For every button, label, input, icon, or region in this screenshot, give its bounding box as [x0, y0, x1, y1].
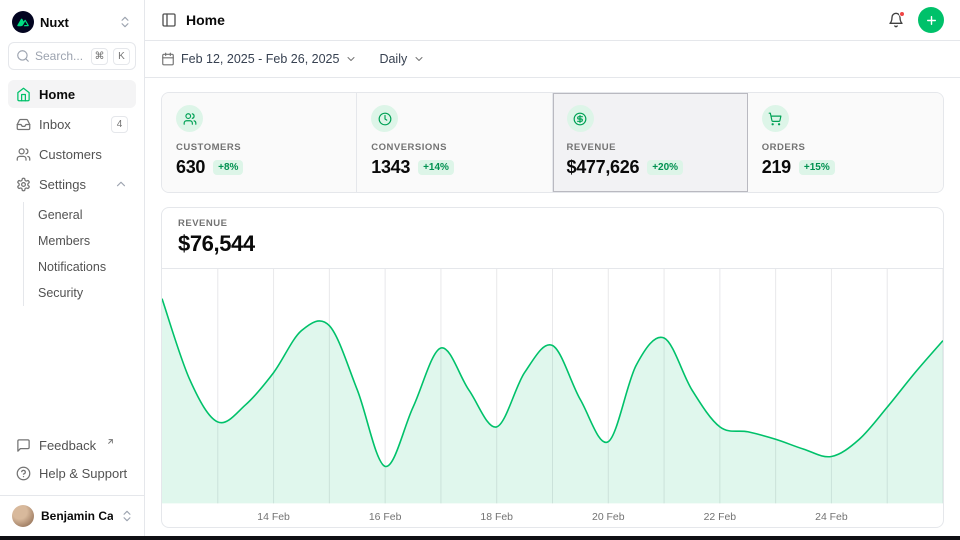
calendar-icon [161, 52, 175, 66]
sub-item-label: Security [38, 286, 83, 300]
sub-item-label: Notifications [38, 260, 106, 274]
header-actions [888, 7, 944, 33]
stat-label: ORDERS [762, 142, 929, 153]
main-panel: Home Feb 12, 2025 - Feb 26, 2025 Daily [145, 0, 960, 540]
sidebar-item-notifications[interactable]: Notifications [30, 254, 136, 280]
chevron-down-icon [413, 53, 425, 65]
sidebar-item-inbox[interactable]: Inbox 4 [8, 110, 136, 138]
settings-submenu: General Members Notifications Security [23, 202, 136, 306]
sidebar-spacer [8, 308, 136, 431]
notifications-button[interactable] [888, 12, 904, 28]
chevron-up-icon [114, 177, 128, 191]
filters-toolbar: Feb 12, 2025 - Feb 26, 2025 Daily [145, 41, 960, 78]
stat-delta-badge: +14% [418, 160, 454, 175]
app-root: Nuxt Search... ⌘ K Home Inbox 4 Customer… [0, 0, 960, 540]
home-icon [16, 87, 31, 102]
sidebar-item-label: Help & Support [39, 466, 127, 481]
window-bottom-edge [0, 536, 960, 540]
plus-icon [925, 14, 938, 27]
stat-value: 1343 [371, 157, 410, 178]
granularity-select[interactable]: Daily [379, 52, 425, 66]
svg-text:22 Feb: 22 Feb [704, 512, 737, 523]
sidebar-item-help-support[interactable]: Help & Support [8, 459, 136, 487]
stat-label: CUSTOMERS [176, 142, 342, 153]
sidebar-item-general[interactable]: General [30, 202, 136, 228]
revenue-chart-area: 14 Feb 16 Feb 18 Feb 20 Feb 22 Feb 24 Feb [162, 269, 943, 527]
granularity-label: Daily [379, 52, 407, 66]
sidebar-item-home[interactable]: Home [8, 80, 136, 108]
svg-text:18 Feb: 18 Feb [480, 512, 513, 523]
kbd-k: K [113, 48, 130, 65]
notification-dot [899, 11, 905, 17]
date-range-picker[interactable]: Feb 12, 2025 - Feb 26, 2025 [161, 52, 357, 66]
revenue-chart-header: REVENUE $76,544 [162, 208, 943, 269]
stat-value: 630 [176, 157, 205, 178]
stat-value: $477,626 [567, 157, 640, 178]
users-icon [176, 105, 203, 132]
sidebar-toggle-icon[interactable] [161, 12, 177, 28]
page-title: Home [186, 12, 225, 28]
help-circle-icon [16, 466, 31, 481]
chart-metric-value: $76,544 [178, 231, 927, 257]
inbox-icon [16, 117, 31, 132]
user-menu[interactable]: Benjamin Canac [0, 495, 144, 532]
sidebar-item-label: Settings [39, 177, 86, 192]
sidebar-nav: Home Inbox 4 Customers Settings General … [8, 80, 136, 308]
revenue-chart-card: REVENUE $76,544 14 Feb 16 Feb 18 Feb 20 Feb… [161, 207, 944, 528]
chevron-down-icon [345, 53, 357, 65]
revenue-chart-svg: 14 Feb 16 Feb 18 Feb 20 Feb 22 Feb 24 Feb [162, 269, 943, 527]
sidebar-item-label: Feedback [39, 438, 96, 453]
cart-icon [762, 105, 789, 132]
sidebar-item-label: Customers [39, 147, 102, 162]
stat-card-revenue[interactable]: REVENUE $477,626 +20% [553, 93, 748, 192]
stats-grid: CUSTOMERS 630 +8% CONVERSIONS 1343 +14% [161, 92, 944, 193]
stat-delta-badge: +8% [213, 160, 243, 175]
search-placeholder: Search... [35, 49, 86, 63]
stat-label: CONVERSIONS [371, 142, 537, 153]
svg-text:20 Feb: 20 Feb [592, 512, 625, 523]
message-icon [16, 438, 31, 453]
avatar [12, 505, 34, 527]
nuxt-logo-icon [12, 11, 34, 33]
user-name: Benjamin Canac [41, 509, 113, 523]
svg-text:16 Feb: 16 Feb [369, 512, 402, 523]
search-input[interactable]: Search... ⌘ K [8, 42, 136, 70]
stat-card-customers[interactable]: CUSTOMERS 630 +8% [162, 93, 357, 192]
clock-icon [371, 105, 398, 132]
sidebar-item-customers[interactable]: Customers [8, 140, 136, 168]
sub-item-label: Members [38, 234, 90, 248]
stat-delta-badge: +15% [799, 160, 835, 175]
svg-text:14 Feb: 14 Feb [257, 512, 290, 523]
add-button[interactable] [918, 7, 944, 33]
sidebar-item-security[interactable]: Security [30, 280, 136, 306]
workspace-name: Nuxt [40, 15, 112, 30]
chevron-up-down-icon [118, 15, 132, 29]
stat-label: REVENUE [567, 142, 733, 153]
inbox-count-badge: 4 [111, 116, 128, 133]
svg-text:24 Feb: 24 Feb [815, 512, 848, 523]
sidebar-item-members[interactable]: Members [30, 228, 136, 254]
stat-delta-badge: +20% [647, 160, 683, 175]
sidebar-item-feedback[interactable]: Feedback [8, 431, 136, 459]
gear-icon [16, 177, 31, 192]
workspace-switcher[interactable]: Nuxt [8, 8, 136, 36]
chart-metric-label: REVENUE [178, 218, 927, 229]
sub-item-label: General [38, 208, 82, 222]
stat-card-orders[interactable]: ORDERS 219 +15% [748, 93, 943, 192]
sidebar-item-label: Home [39, 87, 75, 102]
users-icon [16, 147, 31, 162]
stat-value: 219 [762, 157, 791, 178]
date-range-label: Feb 12, 2025 - Feb 26, 2025 [181, 52, 339, 66]
sidebar: Nuxt Search... ⌘ K Home Inbox 4 Customer… [0, 0, 145, 540]
sidebar-item-label: Inbox [39, 117, 71, 132]
sidebar-item-settings[interactable]: Settings [8, 170, 136, 198]
page-header: Home [145, 0, 960, 41]
dashboard-content: CUSTOMERS 630 +8% CONVERSIONS 1343 +14% [145, 78, 960, 540]
stat-card-conversions[interactable]: CONVERSIONS 1343 +14% [357, 93, 552, 192]
chevron-up-down-icon [120, 509, 134, 523]
external-link-icon [106, 437, 115, 446]
kbd-cmd: ⌘ [91, 48, 108, 65]
search-icon [16, 49, 30, 63]
dollar-icon [567, 105, 594, 132]
